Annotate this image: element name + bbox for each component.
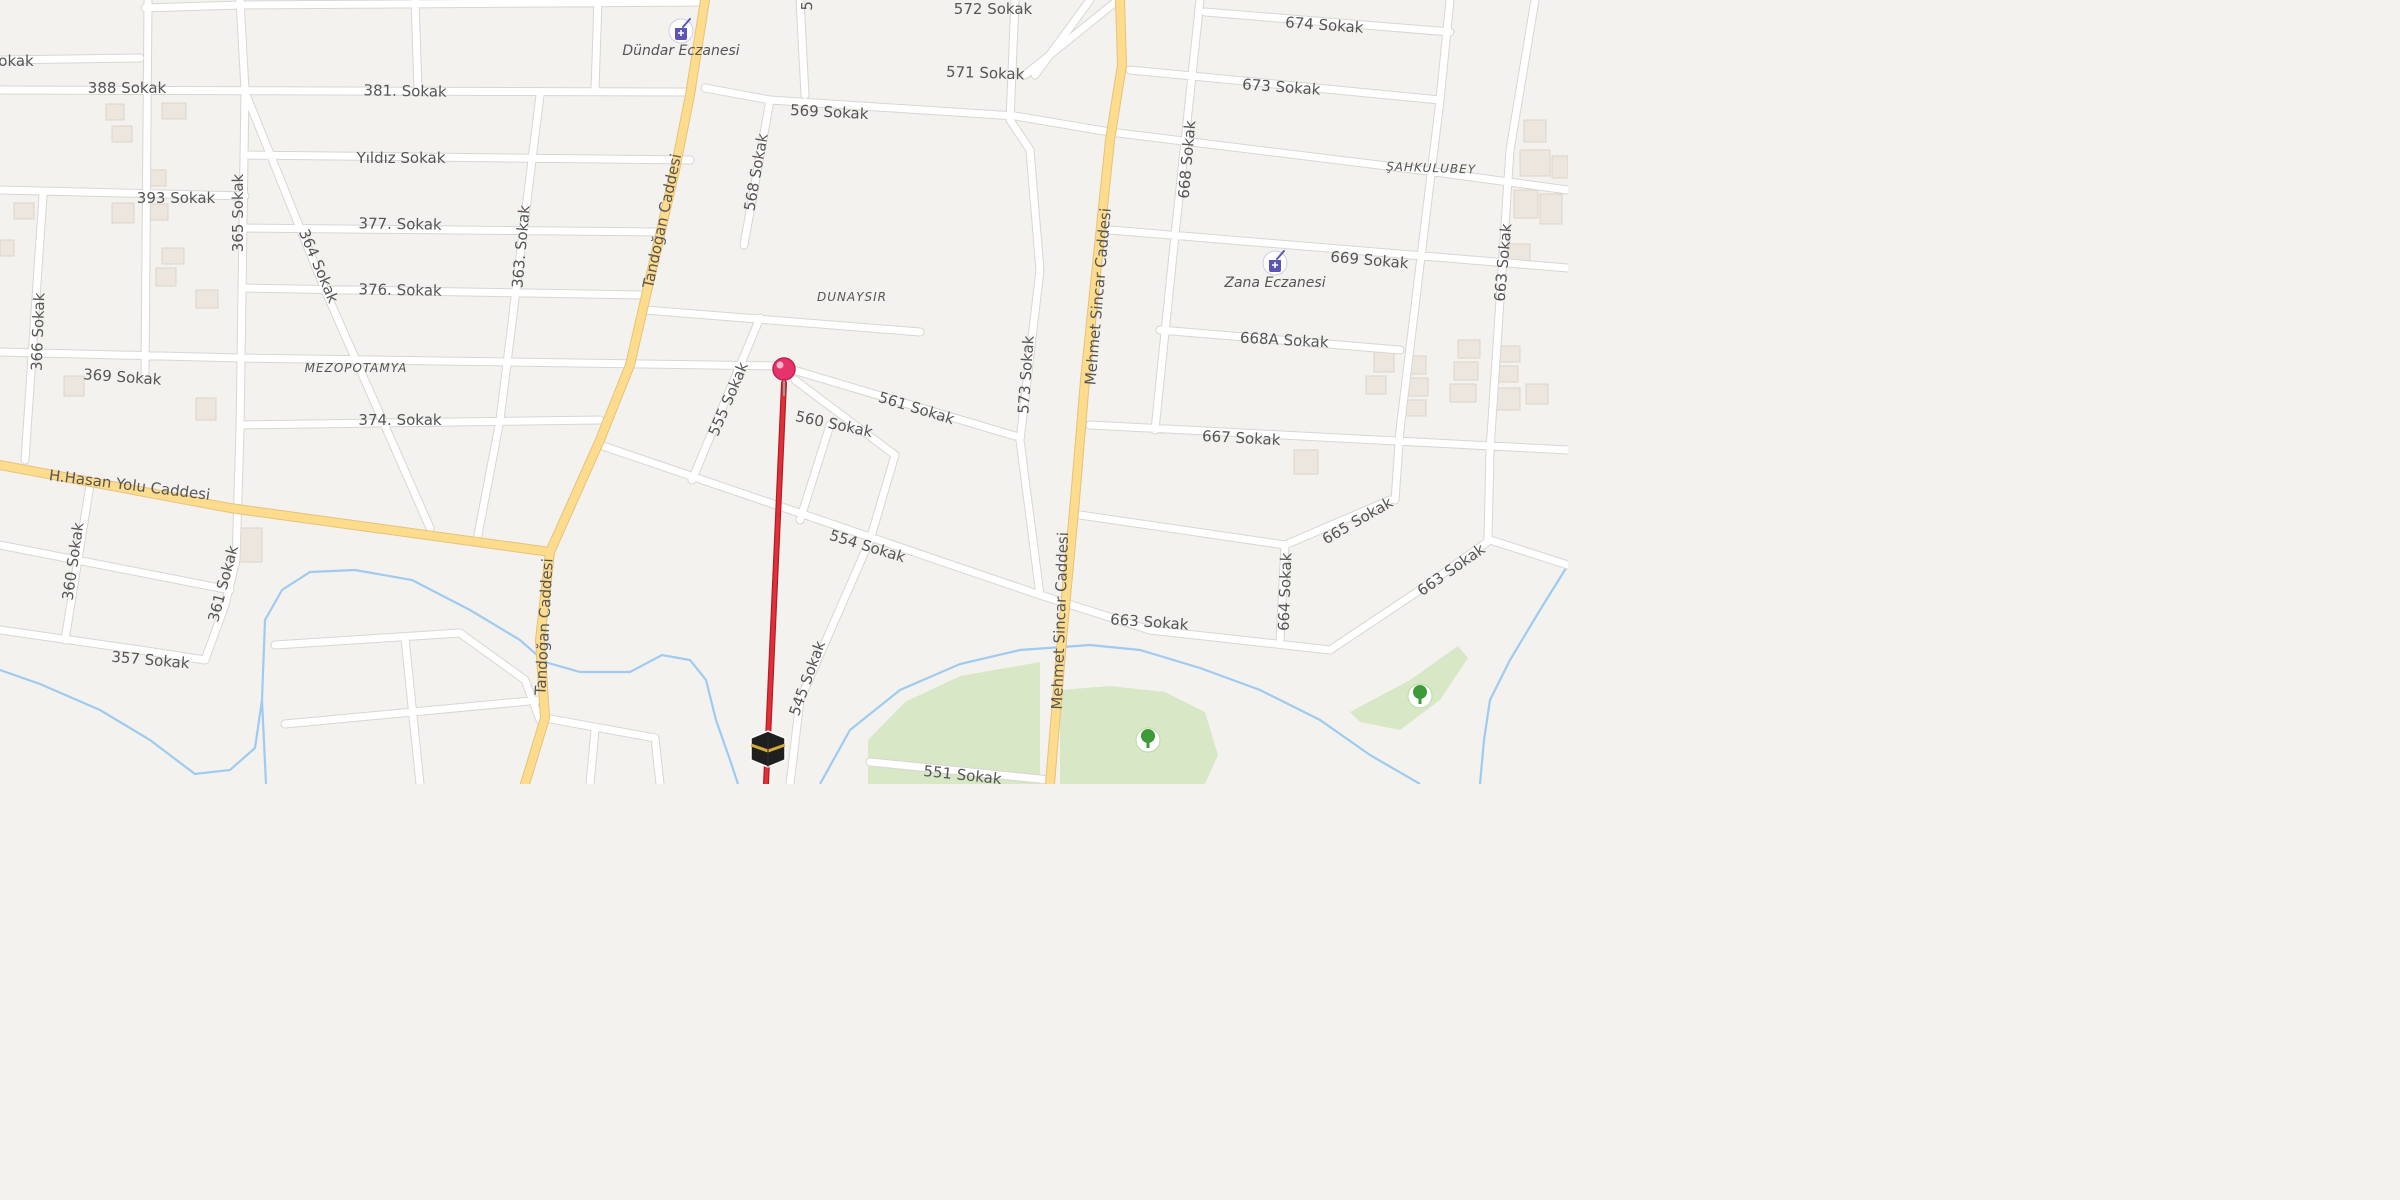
street-label: 572 Sokak <box>954 0 1033 18</box>
street-label: 376. Sokak <box>358 280 442 299</box>
neighborhood-label: DUNAYSIR <box>817 290 887 304</box>
street-label: 366 Sokak <box>28 292 49 371</box>
street-label: Yıldız Sokak <box>356 149 446 167</box>
map-canvas[interactable]: 572 Sokak 674 Sokak 571 Sokak 673 Sokak … <box>0 0 1568 784</box>
kaaba-icon[interactable] <box>750 730 786 768</box>
poi-label: Dündar Eczanesi <box>622 43 739 59</box>
street-label: 377. Sokak <box>358 214 442 233</box>
street-label: 664 Sokak <box>1275 552 1296 631</box>
street-label: 571 Sokak <box>946 63 1025 84</box>
tree-icon <box>1135 727 1161 753</box>
street-label: 388 Sokak <box>88 79 167 97</box>
street-label: 393 Sokak <box>137 189 216 207</box>
park-poi[interactable] <box>1407 683 1433 709</box>
pharmacy-icon <box>1262 250 1288 276</box>
neighborhood-label: MEZOPOTAMYA <box>305 361 408 375</box>
street-label: 5 <box>798 1 816 11</box>
pharmacy-icon <box>668 18 694 44</box>
street-label: okak <box>0 52 34 70</box>
tree-icon <box>1407 683 1433 709</box>
street-label: 365 Sokak <box>229 173 247 252</box>
poi-label: Zana Eczanesi <box>1223 275 1325 291</box>
park-poi[interactable] <box>1135 727 1161 753</box>
street-label: 381. Sokak <box>363 81 447 100</box>
street-label: 374. Sokak <box>358 411 441 429</box>
